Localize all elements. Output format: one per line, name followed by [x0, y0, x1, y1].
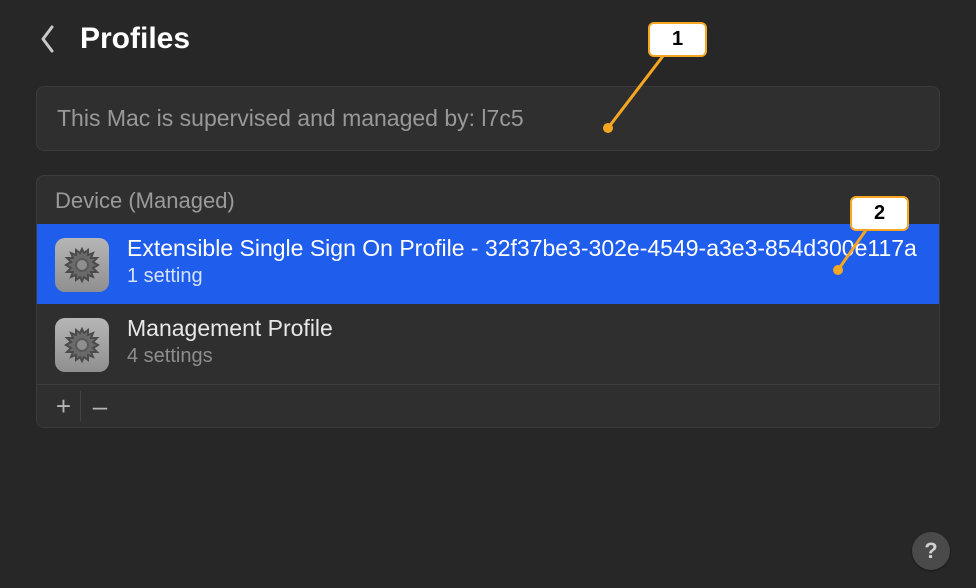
profile-name: Extensible Single Sign On Profile - 32f3… — [127, 234, 921, 263]
add-button[interactable]: + — [47, 391, 81, 421]
remove-button[interactable]: – — [83, 391, 117, 421]
panel-header: Device (Managed) — [37, 176, 939, 224]
profile-row-management[interactable]: Management Profile 4 settings — [37, 304, 939, 384]
help-button[interactable]: ? — [912, 532, 950, 570]
profile-sub: 1 setting — [127, 265, 921, 288]
callout-2: 2 — [850, 196, 909, 231]
callout-1: 1 — [648, 22, 707, 57]
panel-footer: + – — [37, 384, 939, 427]
profile-row-sso[interactable]: Extensible Single Sign On Profile - 32f3… — [37, 224, 939, 304]
gear-icon — [55, 318, 109, 372]
profiles-panel: Device (Managed) Extensible Single Sign … — [36, 175, 940, 428]
supervision-info-bar: This Mac is supervised and managed by: l… — [36, 86, 940, 151]
supervision-info-text: This Mac is supervised and managed by: l… — [57, 105, 524, 131]
help-icon: ? — [924, 538, 937, 564]
plus-icon: + — [56, 391, 71, 422]
back-button[interactable] — [36, 20, 60, 58]
gear-icon — [55, 238, 109, 292]
page-title: Profiles — [80, 22, 190, 56]
profile-name: Management Profile — [127, 314, 921, 343]
chevron-left-icon — [40, 25, 56, 53]
minus-icon: – — [93, 391, 107, 422]
profile-sub: 4 settings — [127, 345, 921, 368]
